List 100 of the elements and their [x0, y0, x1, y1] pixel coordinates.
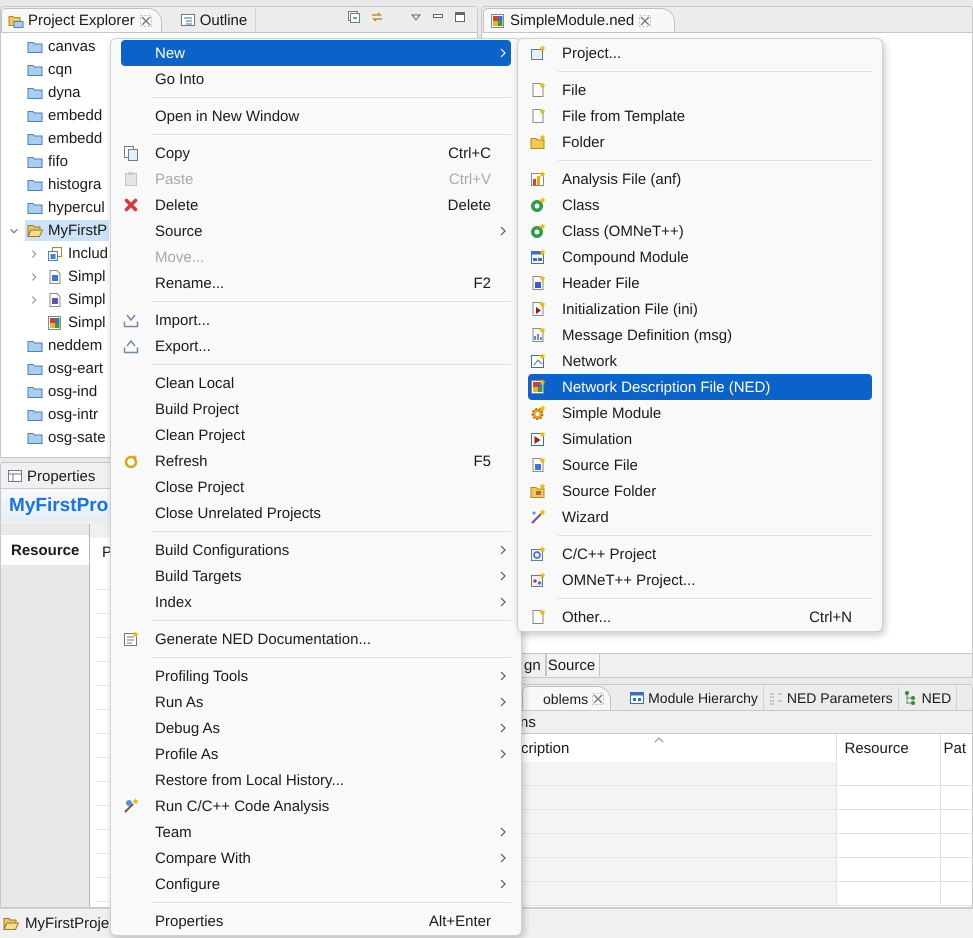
tab[interactable]: SimpleModule.ned [483, 8, 676, 32]
menu-item[interactable]: Compound Module [528, 244, 872, 270]
menu-item[interactable]: Open in New Window [121, 103, 511, 129]
open-folder-icon [3, 916, 19, 932]
refresh-icon [123, 453, 139, 469]
menu-item[interactable]: File [528, 77, 872, 103]
menu-item[interactable]: Project... [528, 40, 872, 66]
tab[interactable]: Project Explorer [1, 8, 162, 32]
menu-item[interactable]: Build Project [121, 396, 511, 422]
source-file-icon [530, 457, 546, 473]
menu-item[interactable]: Profiling Tools [121, 663, 511, 689]
menu-item[interactable]: Header File [528, 270, 872, 296]
new-file-icon [530, 108, 546, 124]
tab[interactable]: Module Hierarchy [625, 686, 764, 710]
menu-item[interactable]: New [121, 40, 511, 66]
menu-item[interactable]: Network Description File (NED) [528, 374, 872, 400]
menu-item[interactable]: Go Into [121, 66, 511, 92]
menu-item[interactable]: Build Configurations [121, 537, 511, 563]
chart-file-icon [530, 171, 546, 187]
menu-item[interactable]: Simulation [528, 426, 872, 452]
collapse-all-icon[interactable] [347, 10, 361, 24]
maximize-icon[interactable] [453, 10, 467, 24]
tree-item[interactable]: osg-sate [25, 427, 108, 448]
menu-item[interactable]: Initialization File (ini) [528, 296, 872, 322]
tree-item[interactable]: neddem [25, 335, 104, 356]
menu-item[interactable]: Clean Local [121, 370, 511, 396]
tree-item[interactable]: Simpl [45, 312, 108, 333]
menu-item[interactable]: Source File [528, 452, 872, 478]
network-icon [530, 353, 546, 369]
menu-item[interactable]: Refresh F5 [121, 448, 511, 474]
menu-item[interactable]: Export... [121, 333, 511, 359]
delete-icon [123, 197, 139, 213]
tree-item[interactable]: hypercul [25, 197, 107, 218]
tree-item[interactable]: embedd [25, 105, 104, 126]
menu-item[interactable]: Class (OMNeT++) [528, 218, 872, 244]
copy-icon [123, 145, 139, 161]
tree-item[interactable]: Simpl [45, 289, 108, 310]
menu-item[interactable]: Team [121, 819, 511, 845]
shortcut-text: Alt+Enter [428, 912, 491, 930]
tree-item[interactable]: osg-ind [25, 381, 100, 402]
menu-item[interactable]: Folder [528, 129, 872, 155]
header-file-icon [530, 275, 546, 291]
menu-item[interactable]: Delete Delete [121, 192, 511, 218]
tree-item[interactable]: dyna [25, 82, 83, 103]
menu-item[interactable]: Generate NED Documentation... [121, 626, 511, 652]
ned-file-icon [530, 379, 546, 395]
menu-item[interactable]: OMNeT++ Project... [528, 567, 872, 593]
menu-item[interactable]: Class [528, 192, 872, 218]
menu-item[interactable]: Run C/C++ Code Analysis [121, 793, 511, 819]
menu-item[interactable]: Index [121, 589, 511, 615]
tree-item[interactable]: canvas [25, 36, 98, 57]
tree-item[interactable]: Simpl [45, 266, 108, 287]
tree-item[interactable]: embedd [25, 128, 104, 149]
menu-item[interactable]: File from Template [528, 103, 872, 129]
close-icon[interactable] [591, 692, 606, 706]
export-icon [123, 338, 139, 354]
menu-item[interactable]: Network [528, 348, 872, 374]
tree-item[interactable]: fifo [25, 151, 70, 172]
menu-item[interactable]: Configure [121, 871, 511, 897]
close-icon[interactable] [138, 14, 153, 28]
tree-item[interactable]: Includ [45, 243, 110, 264]
tree-item[interactable]: osg-intr [25, 404, 100, 425]
menu-item[interactable]: Properties Alt+Enter [121, 908, 511, 934]
menu-item[interactable]: Rename... F2 [121, 270, 511, 296]
tab[interactable]: NED Parameters [764, 686, 899, 710]
hierarchy-icon [629, 690, 646, 706]
tree-item[interactable]: histogra [25, 174, 104, 195]
menu-item[interactable]: C/C++ Project [528, 541, 872, 567]
menu-item[interactable]: Other... Ctrl+N [528, 604, 872, 630]
tree-item[interactable]: MyFirstP [25, 220, 110, 241]
new-file-icon [530, 82, 546, 98]
class-icon [530, 197, 546, 213]
column-header[interactable]: Pat [940, 734, 972, 762]
tab[interactable]: oblems [522, 686, 612, 710]
menu-item[interactable]: Build Targets [121, 563, 511, 589]
menu-item[interactable]: Message Definition (msg) [528, 322, 872, 348]
paste-icon [123, 171, 139, 187]
message-file-icon [530, 327, 546, 343]
tree-item[interactable]: cqn [25, 59, 74, 80]
tab[interactable]: Resource [1, 535, 89, 565]
close-icon[interactable] [638, 14, 652, 28]
menu-item[interactable]: Analysis File (anf) [528, 166, 872, 192]
menu-item[interactable]: Compare With [121, 845, 511, 871]
tab[interactable]: NED [898, 686, 958, 710]
tab[interactable]: Outline [174, 8, 256, 32]
menu-item[interactable]: Import... [121, 307, 511, 333]
compound-module-icon [530, 249, 546, 265]
menu-item[interactable]: Simple Module [528, 400, 872, 426]
menu-item[interactable]: Source Folder [528, 478, 872, 504]
menu-item[interactable]: Restore from Local History... [121, 767, 511, 793]
menu-item[interactable]: Clean Project [121, 422, 511, 448]
menu-item[interactable]: Copy Ctrl+C [121, 140, 511, 166]
ned-file-icon [490, 12, 506, 28]
header-file-icon [47, 292, 63, 308]
menu-item[interactable]: Source [121, 218, 511, 244]
menu-item[interactable]: Wizard [528, 504, 872, 530]
tree-item[interactable]: osg-eart [25, 358, 106, 379]
shortcut-text: Ctrl+V [448, 170, 491, 188]
page-tab[interactable]: Source [546, 654, 600, 676]
column-header[interactable]: Resource [836, 734, 940, 762]
